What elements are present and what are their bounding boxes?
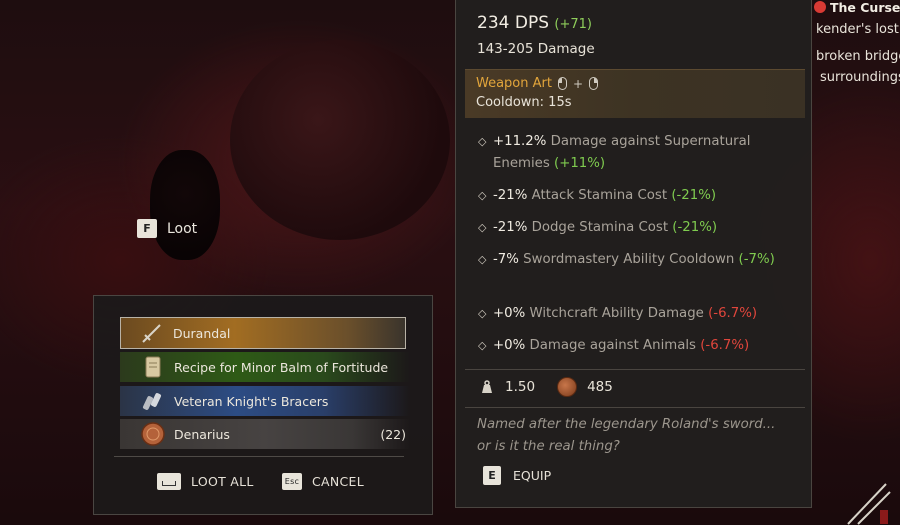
- loot-item-recipe[interactable]: Recipe for Minor Balm of Fortitude: [120, 352, 410, 382]
- plus-sign: +: [572, 76, 584, 91]
- diamond-icon: ◇: [478, 221, 487, 234]
- divider: [465, 407, 805, 408]
- dps-delta: (+71): [554, 17, 592, 32]
- loot-item-denarius[interactable]: Denarius (22): [120, 419, 410, 449]
- lore-line: or is it the real thing?: [477, 439, 620, 454]
- dps-readout: 234 DPS (+71): [477, 13, 592, 33]
- esc-key-icon: Esc: [282, 473, 302, 490]
- stat-label: Attack Stamina Cost: [527, 188, 668, 203]
- loot-item-quantity: (22): [380, 426, 406, 442]
- loot-item-name: Veteran Knight's Bracers: [174, 393, 329, 409]
- damage-range: 143-205 Damage: [477, 41, 595, 57]
- stat-label: Damage against Animals: [525, 338, 696, 353]
- stat-row: ◇ +0% Witchcraft Ability Damage (-6.7%): [478, 303, 778, 325]
- stat-compare: (-7%): [738, 252, 775, 267]
- bracers-icon: [140, 388, 166, 414]
- weapon-art-header: Weapon Art +: [476, 76, 599, 91]
- loot-window: Durandal Recipe for Minor Balm of Fortit…: [93, 295, 433, 515]
- space-key-icon: [157, 473, 181, 490]
- loot-item-name: Durandal: [173, 325, 231, 341]
- sword-icon: [847, 483, 891, 525]
- diamond-icon: ◇: [478, 307, 487, 320]
- weapon-art-box: Weapon Art + Cooldown: 15s: [465, 69, 805, 118]
- stat-value: -21%: [493, 220, 528, 235]
- loot-all-label: LOOT ALL: [191, 474, 254, 489]
- weight-icon: [482, 380, 492, 393]
- quest-objective: broken bridge: [816, 49, 900, 64]
- quest-objective: kender's lost t: [816, 22, 900, 37]
- stat-compare: (-21%): [672, 220, 718, 235]
- e-key-icon: E: [483, 466, 501, 485]
- stat-row: ◇ -21% Attack Stamina Cost (-21%): [478, 185, 778, 207]
- diamond-icon: ◇: [478, 135, 487, 148]
- stat-label: Swordmastery Ability Cooldown: [518, 252, 735, 267]
- stat-value: +11.2%: [493, 134, 547, 149]
- equip-label: EQUIP: [513, 468, 552, 483]
- f-key-icon: F: [137, 219, 157, 238]
- weapon-art-title: Weapon Art: [476, 76, 552, 91]
- lore-text: Named after the legendary Roland's sword…: [477, 414, 797, 458]
- diamond-icon: ◇: [478, 253, 487, 266]
- coin-icon: [557, 377, 578, 397]
- stat-value: -7%: [493, 252, 519, 267]
- coin-icon: [140, 421, 166, 447]
- quest-title: The Cursed: [830, 0, 900, 15]
- loot-prompt[interactable]: F Loot: [137, 219, 197, 238]
- stat-compare: (-6.7%): [708, 306, 758, 321]
- loot-prompt-label: Loot: [167, 220, 198, 237]
- stat-row: ◇ -7% Swordmastery Ability Cooldown (-7%…: [478, 249, 778, 271]
- weapon-art-cooldown: Cooldown: 15s: [476, 95, 572, 110]
- loot-actions: LOOT ALL Esc CANCEL: [114, 456, 404, 490]
- loot-all-button[interactable]: LOOT ALL: [157, 473, 254, 490]
- diamond-icon: ◇: [478, 189, 487, 202]
- stat-label: Dodge Stamina Cost: [527, 220, 669, 235]
- lore-line: Named after the legendary Roland's sword…: [477, 417, 776, 432]
- quest-marker-icon: [814, 1, 826, 13]
- cancel-label: CANCEL: [312, 474, 365, 489]
- stat-compare: (-21%): [671, 188, 717, 203]
- stat-label: Witchcraft Ability Damage: [525, 306, 704, 321]
- stat-compare: (+11%): [554, 155, 606, 171]
- quest-objective: surroundings: [820, 70, 900, 85]
- loot-item-bracers[interactable]: Veteran Knight's Bracers: [120, 386, 410, 416]
- loot-item-name: Recipe for Minor Balm of Fortitude: [174, 359, 389, 375]
- dps-value: 234 DPS: [477, 13, 549, 33]
- divider: [465, 369, 805, 370]
- item-weight: 1.50: [505, 379, 536, 395]
- sword-icon: [139, 320, 165, 346]
- stat-row: ◇ +11.2% Damage against Supernatural Ene…: [478, 131, 778, 174]
- item-price: 485: [587, 379, 613, 395]
- right-mouse-icon: [589, 77, 599, 90]
- stat-value: -21%: [493, 188, 528, 203]
- background-rock: [230, 40, 450, 240]
- stat-value: +0%: [493, 338, 526, 353]
- stat-row: ◇ +0% Damage against Animals (-6.7%): [478, 335, 778, 357]
- stat-value: +0%: [493, 306, 526, 321]
- equip-button[interactable]: E EQUIP: [483, 466, 551, 485]
- weight-price-row: 1.50 485: [479, 377, 613, 397]
- left-mouse-icon: [557, 77, 567, 90]
- stat-compare: (-6.7%): [700, 338, 750, 353]
- background-figure: [150, 150, 220, 260]
- diamond-icon: ◇: [478, 339, 487, 352]
- scroll-icon: [140, 354, 166, 380]
- item-tooltip: 234 DPS (+71) 143-205 Damage Weapon Art …: [455, 0, 812, 508]
- loot-item-durandal[interactable]: Durandal: [120, 317, 406, 349]
- loot-item-name: Denarius: [174, 426, 230, 442]
- stat-row: ◇ -21% Dodge Stamina Cost (-21%): [478, 217, 778, 239]
- cancel-button[interactable]: Esc CANCEL: [282, 473, 364, 490]
